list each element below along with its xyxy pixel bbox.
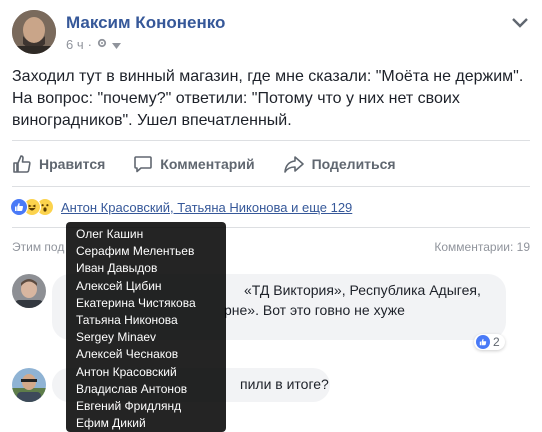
reactors-link[interactable]: Антон Красовский, Татьяна Никонова и еще… xyxy=(61,200,352,215)
tooltip-name: Иван Давыдов xyxy=(76,261,158,276)
share-icon xyxy=(283,156,304,173)
reactors-tooltip: Олег Кашин Серафим Мелентьев Иван Давыдо… xyxy=(66,222,226,432)
comment-icon xyxy=(134,156,153,173)
tooltip-name: Sergey Minaev xyxy=(76,330,157,345)
reactions-summary[interactable]: Антон Красовский, Татьяна Никонова и еще… xyxy=(10,197,352,217)
comment-likes[interactable]: 2 xyxy=(474,334,505,350)
tooltip-name: Алексей Цибин xyxy=(76,278,162,293)
commenter-avatar[interactable] xyxy=(12,274,46,308)
tooltip-name: Владислав Антонов xyxy=(76,381,188,396)
comment-like-count: 2 xyxy=(493,335,500,349)
like-button[interactable]: Нравится xyxy=(12,154,105,174)
thumbs-up-icon xyxy=(13,155,31,173)
comments-filter-link[interactable]: Этим под xyxy=(12,240,64,254)
post-header: Максим Кононенко 6 ч · xyxy=(12,10,532,58)
comment-button[interactable]: Комментарий xyxy=(133,154,255,174)
like-icon xyxy=(10,198,28,216)
post-time[interactable]: 6 ч xyxy=(66,37,84,52)
gear-icon[interactable] xyxy=(96,37,108,52)
divider xyxy=(12,186,530,187)
action-bar: Нравится Комментарий Поделиться xyxy=(12,150,530,178)
comment-label: Комментарий xyxy=(160,156,255,172)
commenter-avatar[interactable] xyxy=(12,368,46,402)
author-name[interactable]: Максим Кононенко xyxy=(66,13,225,33)
tooltip-name: Серафим Мелентьев xyxy=(76,244,195,259)
tooltip-name: Олег Кашин xyxy=(76,227,144,241)
tooltip-name: Татьяна Никонова xyxy=(76,313,178,328)
like-icon xyxy=(476,335,490,349)
post-text-line: Заходил тут в винный магазин, где мне ск… xyxy=(12,68,524,85)
share-label: Поделиться xyxy=(311,156,396,172)
post-text: Заходил тут в винный магазин, где мне ск… xyxy=(12,66,532,132)
post-options-chevron-icon[interactable] xyxy=(512,16,528,28)
like-label: Нравится xyxy=(39,156,106,172)
tooltip-name: Антон Красовский xyxy=(76,364,177,379)
author-avatar[interactable] xyxy=(12,10,56,54)
tooltip-name: Евгений Фридлянд xyxy=(76,399,182,414)
post-meta: 6 ч · xyxy=(66,37,121,52)
divider xyxy=(12,140,530,141)
comments-count[interactable]: Комментарии: 19 xyxy=(434,240,530,254)
tooltip-name: Екатерина Чистякова xyxy=(76,295,196,310)
post-text-line: виноградников". Ушел впечатленный. xyxy=(12,112,292,129)
chevron-down-icon[interactable] xyxy=(111,37,121,52)
share-button[interactable]: Поделиться xyxy=(283,154,396,174)
post-text-line: На вопрос: "почему?" ответили: "Потому ч… xyxy=(12,90,460,107)
tooltip-name: Алексей Чеснаков xyxy=(76,347,179,362)
tooltip-name: Ефим Дикий xyxy=(76,416,146,431)
